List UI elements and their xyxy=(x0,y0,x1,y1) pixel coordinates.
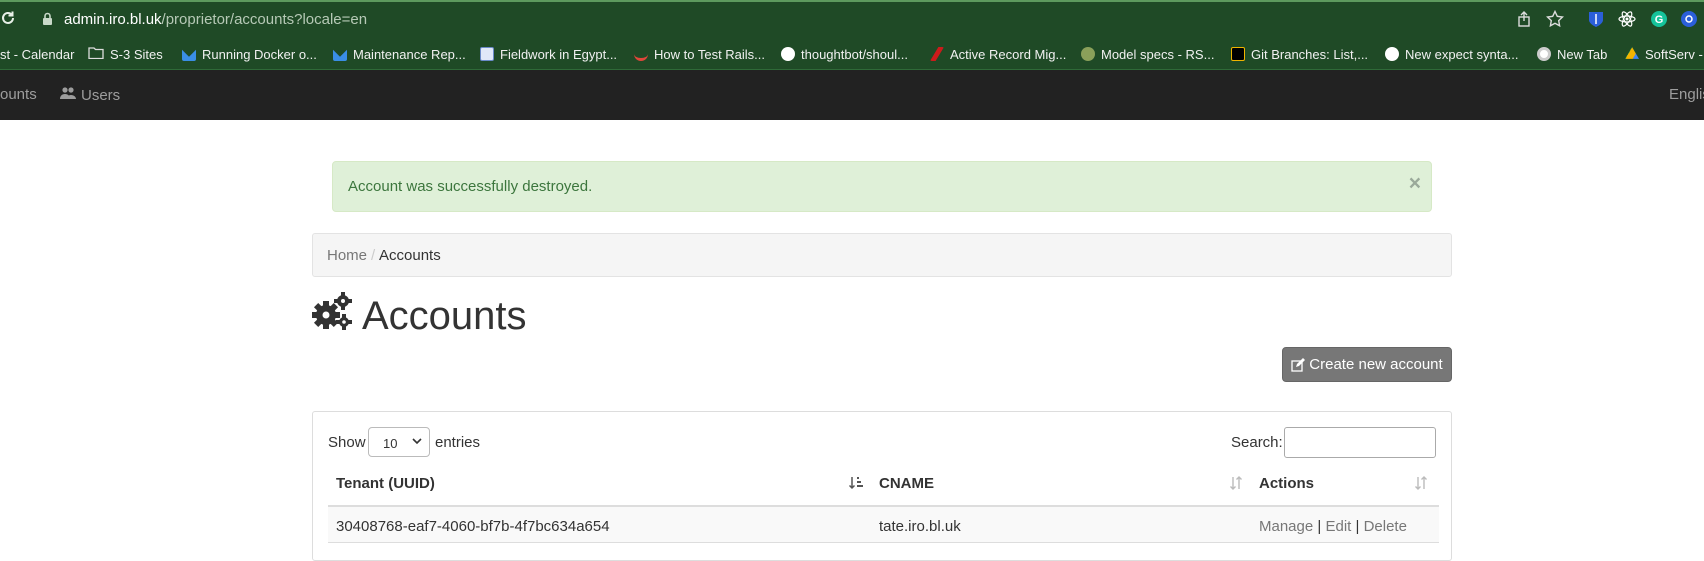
extension-icon[interactable] xyxy=(1680,10,1698,33)
bookmark-label: Maintenance Rep... xyxy=(353,46,466,62)
action-separator: | xyxy=(1317,518,1322,535)
svg-text:G: G xyxy=(1655,14,1664,26)
bookmark-label: thoughtbot/shoul... xyxy=(801,46,908,62)
site-icon xyxy=(634,47,648,61)
language-selector[interactable]: Englis xyxy=(1669,86,1704,103)
drive-icon xyxy=(1625,47,1639,59)
sort-icon[interactable] xyxy=(1413,475,1429,496)
grammarly-icon[interactable]: G xyxy=(1650,10,1668,33)
entries-label: entries xyxy=(435,434,481,451)
breadcrumb: Home / Accounts xyxy=(312,233,1452,277)
success-alert: Account was successfully destroyed. × xyxy=(332,161,1432,212)
folder-icon xyxy=(88,46,110,62)
bookmark-item[interactable]: Model specs - RS... xyxy=(1081,44,1214,64)
bookmark-label: How to Test Rails... xyxy=(654,46,766,62)
column-header-actions[interactable]: Actions xyxy=(1259,475,1314,492)
bookmark-item[interactable]: New Tab xyxy=(1537,44,1607,64)
bookmark-label: Model specs - RS... xyxy=(1101,46,1215,62)
column-header-cname[interactable]: CNAME xyxy=(879,475,934,492)
address-field[interactable]: admin.iro.bl.uk/proprietor/accounts?loca… xyxy=(64,11,367,28)
accounts-table-panel: Show 10 entries Search: Tenant (UUID) CN… xyxy=(312,411,1452,561)
bookmark-item[interactable]: How to Test Rails... xyxy=(634,44,765,64)
site-icon xyxy=(1231,47,1245,61)
bookmark-label: Fieldwork in Egypt... xyxy=(500,46,618,62)
tenant-uuid-cell: 30408768-eaf7-4060-bf7b-4f7bc634a654 xyxy=(336,518,610,535)
breadcrumb-current: Accounts xyxy=(379,247,441,264)
bookmark-item[interactable]: S-3 Sites xyxy=(88,44,163,64)
url-path: /proprietor/accounts?locale=en xyxy=(161,11,368,28)
entries-select[interactable]: 10 xyxy=(368,427,430,457)
github-icon xyxy=(781,47,795,61)
gears-icon xyxy=(312,291,352,341)
column-header-tenant[interactable]: Tenant (UUID) xyxy=(336,475,435,492)
bookmark-item[interactable]: SoftServ - xyxy=(1625,44,1703,64)
show-label: Show xyxy=(328,434,366,451)
bookmarks-bar: st - Calendar S-3 Sites Running Docker o… xyxy=(0,36,1704,70)
create-account-button[interactable]: Create new account xyxy=(1282,347,1452,382)
nav-users-link[interactable]: Users xyxy=(60,86,120,104)
bookmark-item[interactable]: st - Calendar xyxy=(0,44,74,64)
site-icon xyxy=(1081,47,1095,61)
bookmark-item[interactable]: Fieldwork in Egypt... xyxy=(480,44,617,64)
bookmark-item[interactable]: Running Docker o... xyxy=(182,44,317,64)
page-title-text: Accounts xyxy=(362,293,527,338)
bookmark-label: Git Branches: List,... xyxy=(1251,46,1369,62)
breadcrumb-home-link[interactable]: Home xyxy=(327,247,367,264)
bookmark-label: SoftServ - xyxy=(1645,46,1703,62)
edit-icon xyxy=(1291,357,1306,372)
nav-accounts-link[interactable]: ounts xyxy=(0,86,37,103)
site-icon xyxy=(480,47,494,61)
globe-icon xyxy=(1537,47,1551,61)
bookmark-item[interactable]: Maintenance Rep... xyxy=(333,44,466,64)
bitwarden-extension-icon[interactable] xyxy=(1587,10,1605,33)
search-input[interactable] xyxy=(1284,427,1436,458)
bookmark-item[interactable]: New expect synta... xyxy=(1385,44,1518,64)
site-icon xyxy=(333,49,347,61)
bookmark-label: Active Record Mig... xyxy=(950,46,1067,62)
search-label: Search: xyxy=(1231,434,1283,451)
lock-icon[interactable] xyxy=(42,12,53,31)
create-account-label: Create new account xyxy=(1309,356,1443,373)
alert-message: Account was successfully destroyed. xyxy=(348,178,593,195)
table-row: 30408768-eaf7-4060-bf7b-4f7bc634a654 tat… xyxy=(328,505,1439,543)
entries-value: 10 xyxy=(383,436,398,451)
url-host: admin.iro.bl.uk xyxy=(64,11,162,28)
nav-users-label: Users xyxy=(81,86,121,104)
bookmark-star-icon[interactable] xyxy=(1545,9,1565,33)
app-navbar: ounts Users Englis xyxy=(0,70,1704,120)
cname-cell: tate.iro.bl.uk xyxy=(879,518,961,535)
github-icon xyxy=(1385,47,1399,61)
alert-close-button[interactable]: × xyxy=(1409,173,1421,194)
delete-link[interactable]: Delete xyxy=(1364,518,1407,535)
bookmark-label: New expect synta... xyxy=(1405,46,1519,62)
sort-icon[interactable] xyxy=(1228,475,1244,496)
site-icon xyxy=(182,49,196,61)
reload-icon[interactable] xyxy=(0,10,16,31)
sort-ascending-icon[interactable] xyxy=(848,475,864,496)
actions-cell: Manage | Edit | Delete xyxy=(1259,518,1407,535)
bookmark-item[interactable]: thoughtbot/shoul... xyxy=(781,44,908,64)
action-separator: | xyxy=(1355,518,1360,535)
share-icon[interactable] xyxy=(1516,11,1532,32)
site-icon xyxy=(930,47,944,61)
edit-link[interactable]: Edit xyxy=(1325,518,1351,535)
bookmark-label: New Tab xyxy=(1557,46,1608,62)
breadcrumb-separator: / xyxy=(371,247,376,264)
bookmark-item[interactable]: Active Record Mig... xyxy=(930,44,1066,64)
chevron-down-icon xyxy=(411,434,423,451)
browser-url-bar: admin.iro.bl.uk/proprietor/accounts?loca… xyxy=(0,0,1704,36)
react-devtools-icon[interactable] xyxy=(1618,10,1636,33)
bookmark-label: S-3 Sites xyxy=(110,46,163,62)
users-icon xyxy=(60,86,76,104)
bookmark-item[interactable]: Git Branches: List,... xyxy=(1231,44,1368,64)
bookmark-label: Running Docker o... xyxy=(202,46,317,62)
bookmark-label: st - Calendar xyxy=(0,46,75,62)
page-title: Accounts xyxy=(312,291,527,341)
manage-link[interactable]: Manage xyxy=(1259,518,1313,535)
